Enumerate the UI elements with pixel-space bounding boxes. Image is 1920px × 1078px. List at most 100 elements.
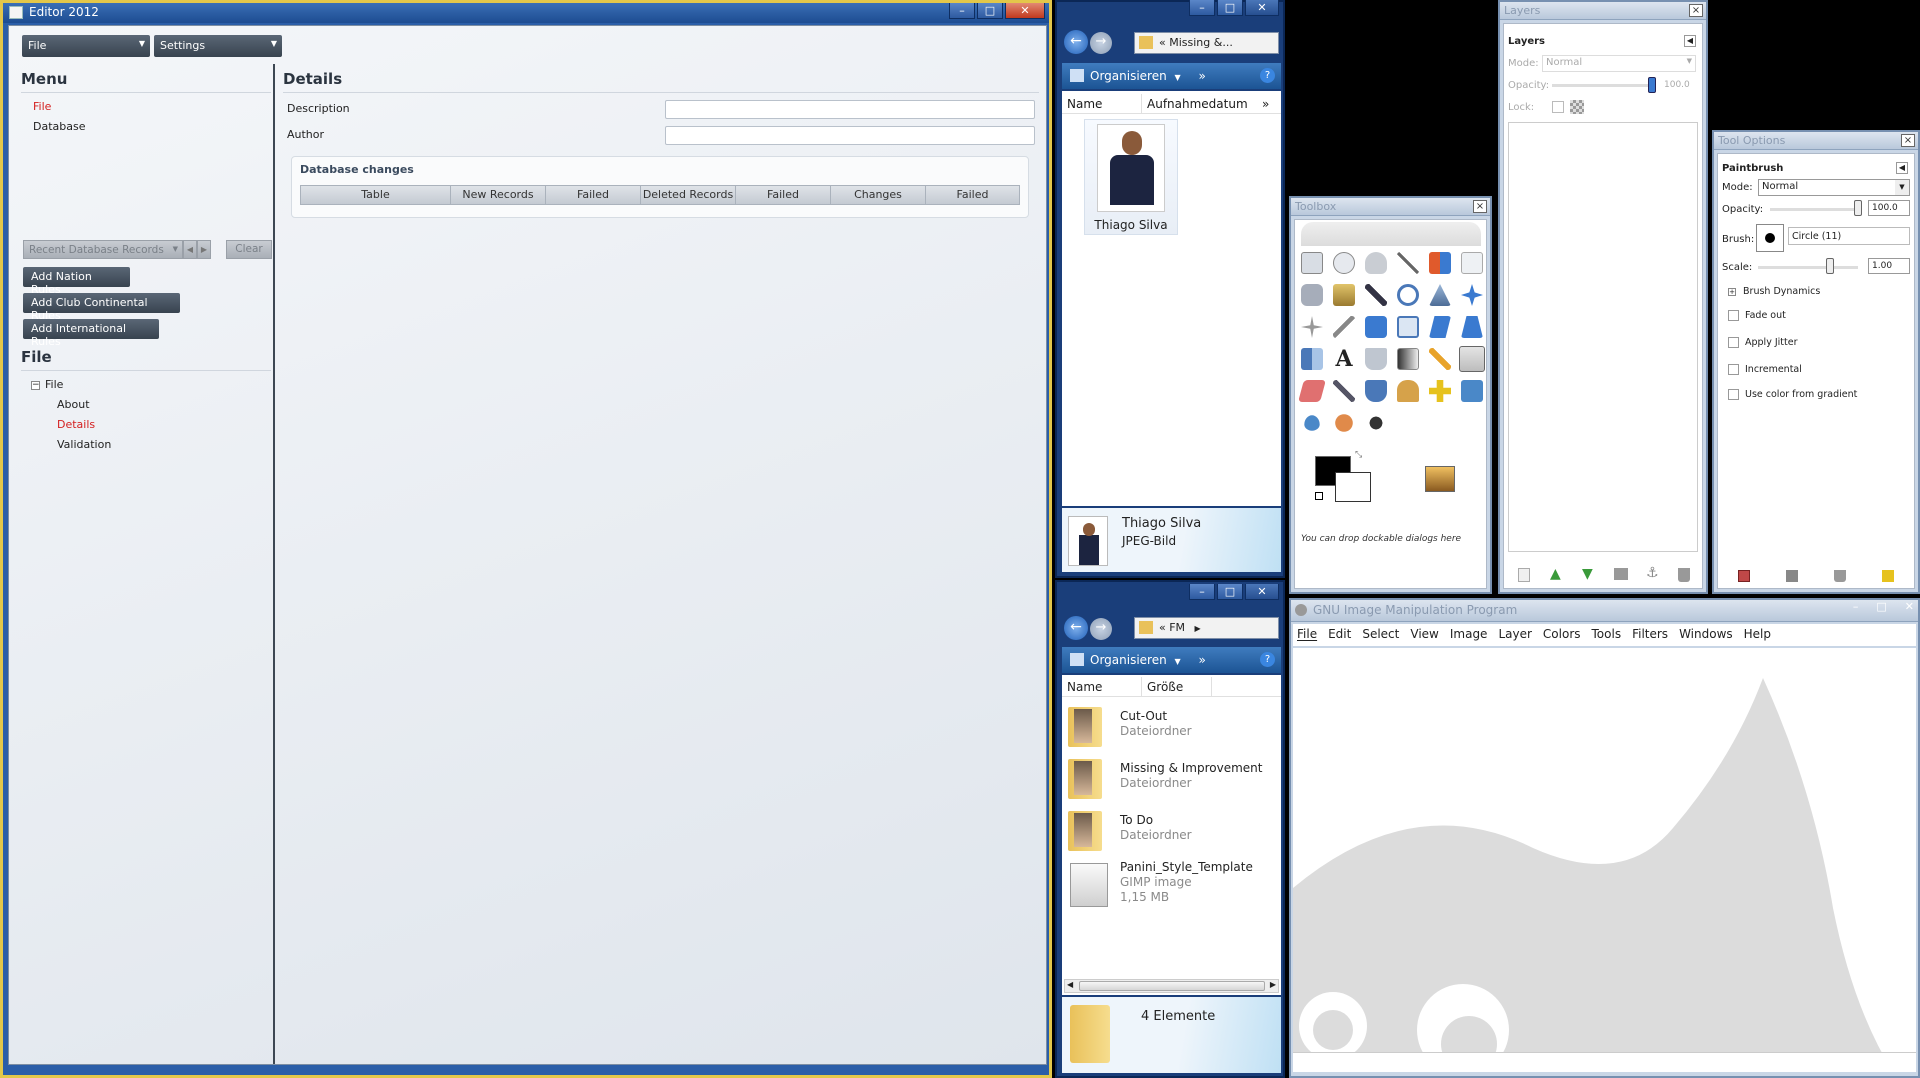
more-toolbar-button[interactable]: »: [1199, 69, 1206, 83]
close-icon[interactable]: ✕: [1245, 584, 1279, 600]
scale-slider[interactable]: [1758, 266, 1858, 269]
file-item-thiago-silva[interactable]: Thiago Silva: [1084, 119, 1178, 235]
column-more[interactable]: »: [1260, 94, 1281, 113]
opacity-value[interactable]: 100.0: [1664, 80, 1690, 90]
clone-icon[interactable]: [1397, 380, 1419, 402]
list-item[interactable]: Missing & Improvement Dateiordner: [1066, 755, 1276, 805]
minimize-icon[interactable]: –: [1189, 584, 1215, 600]
background-color-swatch[interactable]: [1335, 472, 1371, 502]
column-deleted-records[interactable]: Deleted Records: [641, 186, 736, 204]
shear-icon[interactable]: [1429, 316, 1451, 338]
add-nation-rules-button[interactable]: Add Nation Rules: [23, 267, 130, 296]
column-aufnahmedatum[interactable]: Aufnahmedatum: [1142, 94, 1260, 113]
close-icon[interactable]: ×: [1689, 4, 1703, 17]
opacity-slider-handle[interactable]: [1648, 77, 1656, 93]
column-size[interactable]: Größe: [1142, 677, 1212, 696]
back-button[interactable]: ←: [1064, 616, 1088, 640]
clear-button[interactable]: Clear: [226, 240, 272, 259]
tree-root-file[interactable]: File: [45, 378, 63, 391]
color-picker-icon[interactable]: [1365, 284, 1387, 306]
fade-out-checkbox[interactable]: Fade out: [1728, 310, 1786, 321]
anchor-layer-icon[interactable]: ⚓: [1646, 565, 1659, 581]
heal-icon[interactable]: [1429, 380, 1451, 402]
list-item[interactable]: Cut-Out Dateiordner: [1066, 703, 1276, 753]
ink-icon[interactable]: [1365, 380, 1387, 402]
crop-icon[interactable]: [1333, 316, 1355, 338]
scale-icon[interactable]: [1397, 316, 1419, 338]
column-changes[interactable]: Changes: [831, 186, 926, 204]
text-icon[interactable]: A: [1333, 348, 1355, 370]
select-by-color-icon[interactable]: [1429, 252, 1451, 274]
close-icon[interactable]: ×: [1473, 200, 1487, 213]
opacity-input[interactable]: 100.0: [1868, 200, 1910, 216]
add-club-continental-rules-button[interactable]: Add Club Continental Rules: [23, 293, 180, 322]
raise-layer-icon[interactable]: ▲: [1550, 566, 1561, 582]
move-icon[interactable]: [1461, 284, 1483, 306]
configure-tab-icon[interactable]: ◀: [1896, 162, 1908, 174]
default-colors-icon[interactable]: [1315, 492, 1323, 500]
column-name[interactable]: Name: [1062, 94, 1142, 113]
scissors-icon[interactable]: [1461, 252, 1483, 274]
close-icon[interactable]: ✕: [1905, 600, 1914, 613]
column-failed[interactable]: Failed: [546, 186, 641, 204]
ellipse-select-icon[interactable]: [1333, 252, 1355, 274]
perspective-clone-icon[interactable]: [1461, 380, 1483, 402]
minimize-icon[interactable]: –: [1189, 0, 1215, 16]
tree-collapse-icon[interactable]: −: [31, 381, 40, 390]
lower-layer-icon[interactable]: ▼: [1582, 566, 1593, 582]
paintbrush-icon[interactable]: [1459, 346, 1485, 372]
maximize-icon[interactable]: □: [1876, 600, 1886, 613]
add-international-rules-button[interactable]: Add International Rules: [23, 319, 159, 348]
lasso-icon[interactable]: [1365, 252, 1387, 274]
opacity-slider[interactable]: [1552, 84, 1656, 87]
active-image-icon[interactable]: [1425, 466, 1455, 492]
scale-input[interactable]: 1.00: [1868, 258, 1910, 274]
configure-tab-icon[interactable]: ◀: [1684, 35, 1696, 47]
reset-options-icon[interactable]: [1882, 570, 1894, 582]
restore-options-icon[interactable]: [1786, 570, 1798, 582]
menu-edit[interactable]: Edit: [1328, 627, 1351, 643]
lock-alpha-checkbox[interactable]: [1552, 101, 1564, 113]
menu-view[interactable]: View: [1410, 627, 1438, 643]
paths-icon[interactable]: [1333, 284, 1355, 306]
settings-dropdown[interactable]: Settings ▼: [154, 35, 282, 57]
maximize-icon[interactable]: □: [1217, 0, 1243, 16]
foreground-select-icon[interactable]: [1301, 284, 1323, 306]
maximize-icon[interactable]: □: [1217, 584, 1243, 600]
recent-records-combo[interactable]: Recent Database Records ▼: [23, 240, 183, 259]
perspective-icon[interactable]: [1461, 316, 1483, 338]
prev-record-button[interactable]: ◀: [183, 240, 197, 259]
back-button[interactable]: ←: [1064, 30, 1088, 54]
organize-button[interactable]: Organisieren: [1090, 69, 1167, 83]
scrollbar-thumb[interactable]: [1079, 981, 1265, 991]
organize-button[interactable]: Organisieren: [1090, 653, 1167, 667]
forward-button[interactable]: →: [1090, 32, 1112, 54]
description-input[interactable]: [665, 100, 1035, 119]
next-record-button[interactable]: ▶: [197, 240, 211, 259]
menu-item-file[interactable]: File: [33, 100, 51, 113]
menu-layer[interactable]: Layer: [1498, 627, 1531, 643]
file-dropdown[interactable]: File ▼: [22, 35, 150, 57]
brush-dynamics-expander[interactable]: + Brush Dynamics: [1728, 286, 1820, 297]
list-item[interactable]: Panini_Style_Template GIMP image 1,15 MB: [1066, 859, 1276, 913]
pencil-icon[interactable]: [1429, 348, 1451, 370]
incremental-checkbox[interactable]: Incremental: [1728, 364, 1802, 375]
menu-windows[interactable]: Windows: [1679, 627, 1733, 643]
close-icon[interactable]: ✕: [1245, 0, 1279, 16]
flip-icon[interactable]: [1301, 348, 1323, 370]
close-icon[interactable]: ×: [1901, 134, 1915, 147]
mode-select[interactable]: Normal ▼: [1758, 179, 1910, 196]
menu-filters[interactable]: Filters: [1632, 627, 1668, 643]
zoom-icon[interactable]: [1397, 284, 1419, 306]
airbrush-icon[interactable]: [1333, 380, 1355, 402]
menu-image[interactable]: Image: [1450, 627, 1488, 643]
blend-icon[interactable]: [1397, 348, 1419, 370]
address-bar[interactable]: « FM ▶: [1134, 617, 1279, 639]
menu-item-database[interactable]: Database: [33, 120, 86, 133]
scale-slider-handle[interactable]: [1826, 258, 1834, 274]
brush-name-field[interactable]: Circle (11): [1788, 227, 1910, 245]
delete-options-icon[interactable]: [1834, 570, 1846, 582]
rect-select-icon[interactable]: [1301, 252, 1323, 274]
menu-file[interactable]: File: [1297, 627, 1317, 643]
menu-colors[interactable]: Colors: [1543, 627, 1581, 643]
